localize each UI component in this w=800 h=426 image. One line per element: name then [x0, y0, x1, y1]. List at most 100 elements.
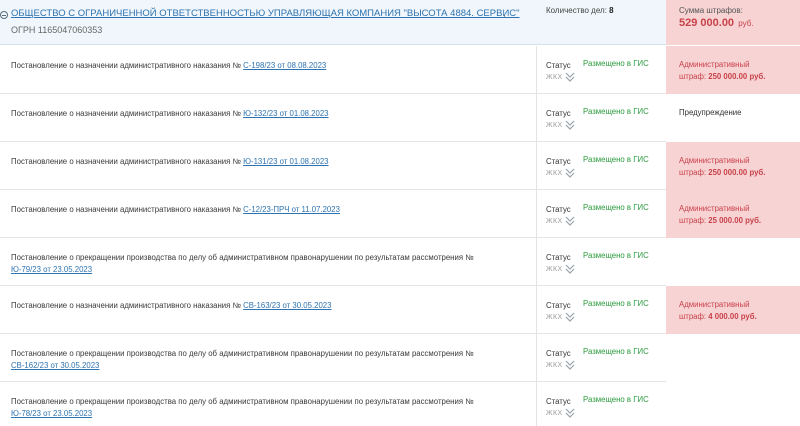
penalty-type: Административный [679, 60, 750, 69]
case-description-text: Постановление о прекращении производства… [11, 253, 474, 262]
penalty-amount: 250 000.00 руб. [708, 72, 766, 81]
status-value: Размещено в ГИС [583, 203, 649, 212]
double-chevron-down-icon[interactable] [565, 119, 575, 131]
case-penalty: Административный штраф: 250 000.00 руб. [666, 46, 800, 94]
case-row: Постановление о назначении административ… [0, 286, 800, 334]
case-penalty: Административный штраф: 4 000.00 руб. [666, 286, 800, 334]
penalty-type: Административный [679, 156, 750, 165]
status-value: Размещено в ГИС [583, 251, 649, 260]
case-description: Постановление о прекращении производства… [11, 252, 521, 276]
status-sub-label: ЖКХ [546, 218, 563, 225]
penalty-amount: 250 000.00 руб. [708, 168, 766, 177]
case-row: Постановление о прекращении производства… [0, 334, 800, 382]
cases-count: Количество дел: 8 [546, 6, 614, 15]
case-number-link[interactable]: С-198/23 от 08.08.2023 [243, 61, 326, 70]
status-sub-label: ЖКХ [546, 314, 563, 321]
penalty-text: Административный штраф: 25 000.00 руб. [679, 203, 761, 227]
case-row: Постановление о назначении административ… [0, 46, 800, 94]
status-label: Статус [546, 205, 571, 214]
case-number-link[interactable]: Ю-79/23 от 23.05.2023 [11, 265, 92, 274]
status-sub-label: ЖКХ [546, 122, 563, 129]
status-label: Статус [546, 397, 571, 406]
case-number-link[interactable]: Ю-131/23 от 01.08.2023 [243, 157, 328, 166]
case-number-link[interactable]: С-12/23-ПРЧ от 11.07.2023 [243, 205, 340, 214]
cases-panel: ОБЩЕСТВО С ОГРАНИЧЕННОЙ ОТВЕТСТВЕННОСТЬЮ… [0, 0, 800, 426]
cases-count-label: Количество дел: [546, 6, 607, 15]
case-penalty [666, 334, 800, 382]
penalty-prefix: штраф: [679, 168, 709, 177]
case-number-link[interactable]: Ю-132/23 от 01.08.2023 [243, 109, 328, 118]
status-label: Статус [546, 253, 571, 262]
case-status: Статус Размещено в ГИС ЖКХ [536, 334, 666, 382]
status-label: Статус [546, 157, 571, 166]
penalty-text: Административный штраф: 250 000.00 руб. [679, 59, 765, 83]
status-value: Размещено в ГИС [583, 299, 649, 308]
case-penalty [666, 382, 800, 426]
case-status: Статус Размещено в ГИС ЖКХ [536, 238, 666, 286]
case-status: Статус Размещено в ГИС ЖКХ [536, 286, 666, 334]
penalty-type: Предупреждение [679, 108, 742, 117]
penalty-text: Административный штраф: 4 000.00 руб. [679, 299, 757, 323]
penalty-text: Административный штраф: 250 000.00 руб. [679, 155, 765, 179]
status-sub-label: ЖКХ [546, 170, 563, 177]
case-status: Статус Размещено в ГИС ЖКХ [536, 190, 666, 238]
double-chevron-down-icon[interactable] [565, 359, 575, 371]
minus-circle-icon[interactable] [0, 11, 8, 19]
penalty-amount: 25 000.00 руб. [708, 216, 762, 225]
case-row: Постановление о прекращении производства… [0, 382, 800, 426]
double-chevron-down-icon[interactable] [565, 167, 575, 179]
case-description-text: Постановление о назначении административ… [11, 301, 241, 310]
case-description-text: Постановление о назначении административ… [11, 61, 241, 70]
case-status: Статус Размещено в ГИС ЖКХ [536, 94, 666, 142]
case-description: Постановление о назначении административ… [11, 156, 521, 168]
case-description-text: Постановление о прекращении производства… [11, 397, 474, 406]
case-number-link[interactable]: СВ-162/23 от 30.05.2023 [11, 361, 99, 370]
fines-summary: Сумма штрафов: 529 000.00 руб. [666, 0, 800, 45]
case-description-text: Постановление о прекращении производства… [11, 349, 474, 358]
penalty-type: Административный [679, 300, 750, 309]
fines-total-currency: руб. [738, 19, 754, 28]
status-value: Размещено в ГИС [583, 395, 649, 404]
double-chevron-down-icon[interactable] [565, 311, 575, 323]
penalty-prefix: штраф: [679, 312, 709, 321]
fines-total-value: 529 000.00 [679, 17, 735, 29]
status-label: Статус [546, 301, 571, 310]
status-sub-label: ЖКХ [546, 362, 563, 369]
case-penalty [666, 238, 800, 286]
case-penalty: Административный штраф: 25 000.00 руб. [666, 190, 800, 238]
case-description-text: Постановление о назначении административ… [11, 205, 241, 214]
status-value: Размещено в ГИС [583, 59, 649, 68]
status-sub-label: ЖКХ [546, 74, 563, 81]
status-sub-label: ЖКХ [546, 410, 563, 417]
case-description: Постановление о назначении административ… [11, 60, 521, 72]
double-chevron-down-icon[interactable] [565, 263, 575, 275]
status-label: Статус [546, 109, 571, 118]
case-description: Постановление о назначении административ… [11, 204, 521, 216]
double-chevron-down-icon[interactable] [565, 215, 575, 227]
status-label: Статус [546, 349, 571, 358]
case-description: Постановление о прекращении производства… [11, 396, 521, 420]
case-description: Постановление о прекращении производства… [11, 348, 521, 372]
double-chevron-down-icon[interactable] [565, 407, 575, 419]
penalty-amount: 4 000.00 руб. [708, 312, 757, 321]
organization-name-link[interactable]: ОБЩЕСТВО С ОГРАНИЧЕННОЙ ОТВЕТСТВЕННОСТЬЮ… [11, 8, 520, 19]
case-row: Постановление о назначении административ… [0, 190, 800, 238]
case-row: Постановление о назначении административ… [0, 94, 800, 142]
case-penalty: Предупреждение [666, 94, 800, 142]
double-chevron-down-icon[interactable] [565, 71, 575, 83]
fines-total-label: Сумма штрафов: [679, 6, 743, 15]
case-penalty: Административный штраф: 250 000.00 руб. [666, 142, 800, 190]
case-description: Постановление о назначении административ… [11, 108, 521, 120]
case-number-link[interactable]: СВ-163/23 от 30.05.2023 [243, 301, 331, 310]
case-status: Статус Размещено в ГИС ЖКХ [536, 142, 666, 190]
status-value: Размещено в ГИС [583, 107, 649, 116]
case-description-text: Постановление о назначении административ… [11, 109, 241, 118]
status-value: Размещено в ГИС [583, 155, 649, 164]
status-value: Размещено в ГИС [583, 347, 649, 356]
penalty-text: Предупреждение [679, 107, 741, 119]
case-number-link[interactable]: Ю-78/23 от 23.05.2023 [11, 409, 92, 418]
organization-header: ОБЩЕСТВО С ОГРАНИЧЕННОЙ ОТВЕТСТВЕННОСТЬЮ… [0, 0, 800, 45]
case-status: Статус Размещено в ГИС ЖКХ [536, 382, 666, 426]
cases-count-value: 8 [609, 6, 614, 15]
organization-name-suffix: , [503, 8, 506, 19]
